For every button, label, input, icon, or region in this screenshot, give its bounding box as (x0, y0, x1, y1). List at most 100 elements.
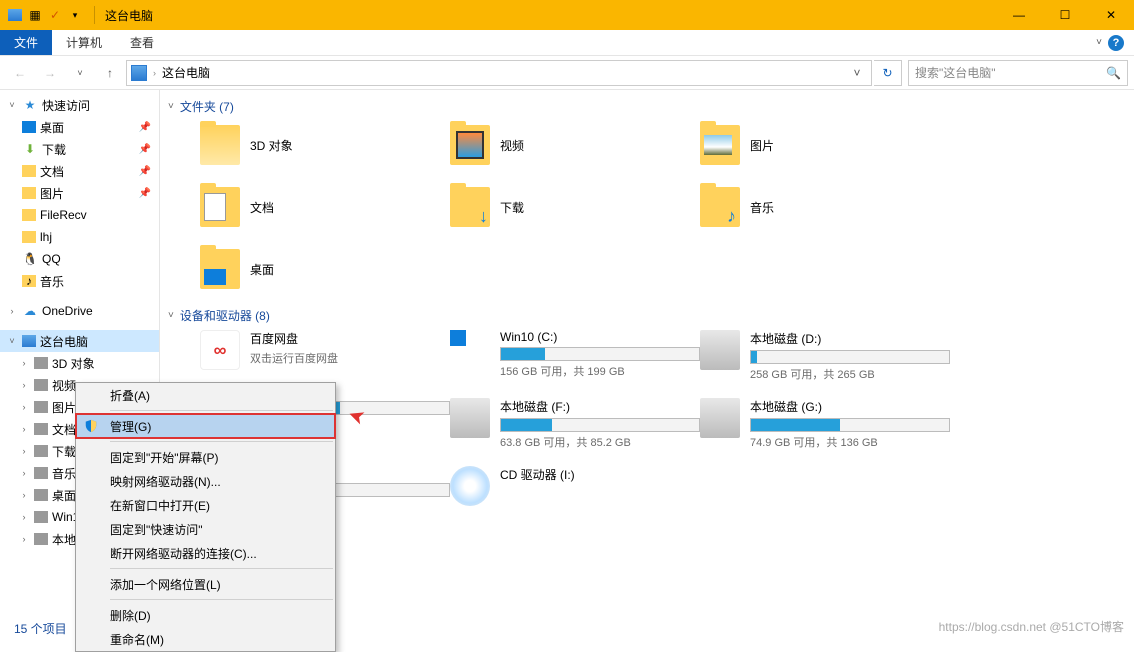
context-menu-item[interactable]: 断开网络驱动器的连接(C)... (76, 541, 335, 565)
drive-icon (34, 423, 48, 435)
drive-subtitle: 156 GB 可用，共 199 GB (500, 363, 700, 379)
breadcrumb-dropdown-icon[interactable]: ˅ (847, 66, 867, 80)
sidebar-item[interactable]: 🐧QQ (0, 248, 159, 270)
shield-icon (84, 419, 98, 433)
qa-properties-icon[interactable]: ▦ (26, 6, 44, 24)
context-menu-item[interactable]: 固定到"开始"屏幕(P) (76, 445, 335, 469)
sidebar-item-label: 图片 (40, 185, 64, 202)
nav-back-button[interactable]: ← (6, 59, 34, 87)
nav-forward-button[interactable]: → (36, 59, 64, 87)
breadcrumb-label[interactable]: 这台电脑 (162, 64, 210, 81)
twisty-icon[interactable]: › (6, 306, 18, 316)
folder-item[interactable]: 音乐 (700, 183, 950, 231)
twisty-icon[interactable]: ˅ (6, 100, 18, 110)
search-input[interactable]: 搜索"这台电脑" 🔍 (908, 60, 1128, 86)
folder-item[interactable]: 下载 (450, 183, 700, 231)
sidebar-item-label: 图片 (52, 399, 76, 416)
folder-icon (22, 187, 36, 199)
tab-view[interactable]: 查看 (116, 30, 168, 55)
folder-item[interactable]: 桌面 (200, 245, 450, 293)
menu-item-label: 管理(G) (110, 418, 151, 435)
context-menu-item[interactable]: 管理(G) (76, 414, 335, 438)
tab-computer[interactable]: 计算机 (52, 30, 116, 55)
sidebar-item[interactable]: ›3D 对象 (0, 352, 159, 374)
sidebar-item[interactable]: 文档📌 (0, 160, 159, 182)
sidebar-item[interactable]: 图片 📌 (0, 182, 159, 204)
section-folders[interactable]: ˅ 文件夹 (7) (160, 98, 1134, 115)
folder-icon (200, 249, 240, 289)
pin-icon: 📌 (139, 166, 151, 177)
chevron-down-icon[interactable]: ˅ (168, 101, 174, 112)
drive-icon (34, 511, 48, 523)
context-menu-item[interactable]: 添加一个网络位置(L) (76, 572, 335, 596)
pin-icon: 📌 (139, 188, 151, 199)
context-menu-item[interactable]: 重命名(M) (76, 627, 335, 651)
close-button[interactable]: ✕ (1088, 0, 1134, 30)
ribbon-collapse-icon[interactable]: ˅ (1096, 37, 1102, 48)
folder-label: 下载 (500, 199, 524, 216)
drive-item[interactable]: 本地磁盘 (D:)258 GB 可用，共 265 GB (700, 330, 950, 382)
context-menu-item[interactable]: 折叠(A) (76, 383, 335, 407)
drive-icon (34, 401, 48, 413)
drive-item[interactable]: ∞百度网盘双击运行百度网盘 (200, 330, 450, 382)
twisty-icon[interactable]: ˅ (6, 336, 18, 346)
minimize-button[interactable]: — (996, 0, 1042, 30)
chevron-down-icon[interactable]: ˅ (168, 310, 174, 321)
twisty-icon[interactable]: › (18, 534, 30, 544)
pin-icon: 📌 (139, 144, 151, 155)
sidebar-item[interactable]: ⬇下载📌 (0, 138, 159, 160)
drive-item[interactable]: 本地磁盘 (G:)74.9 GB 可用，共 136 GB (700, 398, 950, 450)
twisty-icon[interactable]: › (18, 358, 30, 368)
context-menu: 折叠(A) 管理(G) 固定到"开始"屏幕(P) 映射网络驱动器(N)...在新窗口中… (75, 382, 336, 652)
sidebar-item[interactable]: 桌面📌 (0, 116, 159, 138)
sidebar-item-label: FileRecv (40, 208, 87, 222)
sidebar-onedrive[interactable]: › ☁ OneDrive (0, 300, 159, 322)
folder-icon (22, 209, 36, 221)
separator (94, 6, 95, 24)
search-icon[interactable]: 🔍 (1106, 66, 1121, 80)
chevron-right-icon: › (153, 68, 156, 78)
context-menu-item[interactable]: 在新窗口中打开(E) (76, 493, 335, 517)
twisty-icon[interactable]: › (18, 512, 30, 522)
sidebar-item[interactable]: FileRecv (0, 204, 159, 226)
drive-item[interactable]: CD 驱动器 (I:) (450, 466, 700, 515)
twisty-icon[interactable]: › (18, 490, 30, 500)
sidebar-item-label: 视频 (52, 377, 76, 394)
folder-item[interactable]: 视频 (450, 121, 700, 169)
refresh-button[interactable]: ↻ (874, 60, 902, 86)
nav-recent-button[interactable]: ˅ (66, 59, 94, 87)
section-devices[interactable]: ˅ 设备和驱动器 (8) (160, 307, 1134, 324)
twisty-icon[interactable]: › (18, 468, 30, 478)
qa-check-icon[interactable]: ✓ (46, 6, 64, 24)
twisty-icon[interactable]: › (18, 380, 30, 390)
menu-item-label: 删除(D) (110, 607, 151, 624)
nav-up-button[interactable]: ↑ (96, 59, 124, 87)
context-menu-item[interactable]: 固定到"快速访问" (76, 517, 335, 541)
twisty-icon[interactable]: › (18, 402, 30, 412)
menu-item-label: 固定到"开始"屏幕(P) (110, 449, 219, 466)
tab-file[interactable]: 文件 (0, 30, 52, 55)
breadcrumb[interactable]: › 这台电脑 ˅ (126, 60, 872, 86)
sidebar-this-pc[interactable]: ˅ 这台电脑 (0, 330, 159, 352)
drive-item[interactable]: Win10 (C:)156 GB 可用，共 199 GB (450, 330, 700, 382)
drive-item[interactable]: 本地磁盘 (F:)63.8 GB 可用，共 85.2 GB (450, 398, 700, 450)
sidebar-item[interactable]: ♪音乐 (0, 270, 159, 292)
folder-item[interactable]: 图片 (700, 121, 950, 169)
drive-icon (34, 489, 48, 501)
sidebar-item-label: lhj (40, 230, 52, 244)
sidebar-item[interactable]: lhj (0, 226, 159, 248)
folder-item[interactable]: 3D 对象 (200, 121, 450, 169)
twisty-icon[interactable]: › (18, 446, 30, 456)
help-icon[interactable]: ? (1108, 35, 1124, 51)
menu-item-label: 断开网络驱动器的连接(C)... (110, 545, 257, 562)
folder-icon (700, 125, 740, 165)
twisty-icon[interactable]: › (18, 424, 30, 434)
context-menu-item[interactable]: 映射网络驱动器(N)... (76, 469, 335, 493)
sidebar-item-label: 这台电脑 (40, 333, 88, 350)
qa-dropdown-icon[interactable]: ▾ (66, 6, 84, 24)
context-menu-item[interactable]: 删除(D) (76, 603, 335, 627)
maximize-button[interactable]: ☐ (1042, 0, 1088, 30)
menu-item-label: 添加一个网络位置(L) (110, 576, 221, 593)
sidebar-quick-access[interactable]: ˅ ★ 快速访问 (0, 94, 159, 116)
folder-item[interactable]: 文档 (200, 183, 450, 231)
